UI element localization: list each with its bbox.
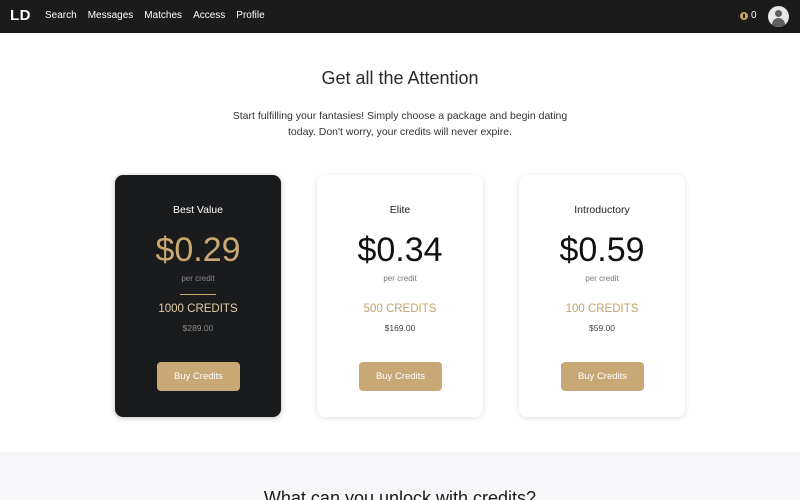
nav-messages[interactable]: Messages <box>88 10 134 21</box>
nav-search[interactable]: Search <box>45 10 77 21</box>
package-price: $0.34 <box>357 231 443 269</box>
user-avatar-icon[interactable] <box>768 6 789 27</box>
package-total: $289.00 <box>182 323 214 333</box>
site-logo[interactable]: LD <box>10 7 31 24</box>
unlock-section: What can you unlock with credits? <box>0 452 800 500</box>
credits-count: 0 <box>751 10 757 21</box>
package-price: $0.29 <box>155 231 241 269</box>
nav-matches[interactable]: Matches <box>144 10 182 21</box>
package-price: $0.59 <box>559 231 645 269</box>
page-subtitle: Start fulfilling your fantasies! Simply … <box>232 110 568 138</box>
package-name: Introductory <box>574 204 630 216</box>
buy-credits-button-best-value[interactable]: Buy Credits <box>157 362 240 391</box>
avatar-body <box>772 18 785 27</box>
unlock-section-title: What can you unlock with credits? <box>263 488 537 500</box>
package-total: $169.00 <box>384 323 416 333</box>
package-per-unit: per credit <box>383 274 417 283</box>
nav-profile[interactable]: Profile <box>236 10 264 21</box>
coin-icon <box>740 11 748 20</box>
package-name: Best Value <box>172 204 223 216</box>
package-card-introductory: Introductory $0.59 per credit 100 CREDIT… <box>519 175 685 417</box>
package-credits: 500 CREDITS <box>363 303 437 315</box>
package-name: Elite <box>389 204 411 216</box>
package-per-unit: per credit <box>181 274 215 283</box>
main-nav: Search Messages Matches Access Profile <box>45 10 276 21</box>
avatar-head <box>775 10 782 17</box>
package-card-elite: Elite $0.34 per credit 500 CREDITS $169.… <box>317 175 483 417</box>
nav-access[interactable]: Access <box>193 10 225 21</box>
package-total: $59.00 <box>589 323 615 333</box>
credits-balance[interactable]: 0 <box>740 10 757 21</box>
buy-credits-button-introductory[interactable]: Buy Credits <box>561 362 644 391</box>
package-credits: 1000 CREDITS <box>158 303 238 315</box>
top-nav-bar: LD Search Messages Matches Access Profil… <box>0 0 800 33</box>
card-divider <box>180 294 216 295</box>
package-credits: 100 CREDITS <box>565 303 639 315</box>
package-per-unit: per credit <box>585 274 619 283</box>
page-title: Get all the Attention <box>321 68 479 88</box>
buy-credits-button-elite[interactable]: Buy Credits <box>359 362 442 391</box>
package-card-best-value: Best Value $0.29 per credit 1000 CREDITS… <box>115 175 281 417</box>
